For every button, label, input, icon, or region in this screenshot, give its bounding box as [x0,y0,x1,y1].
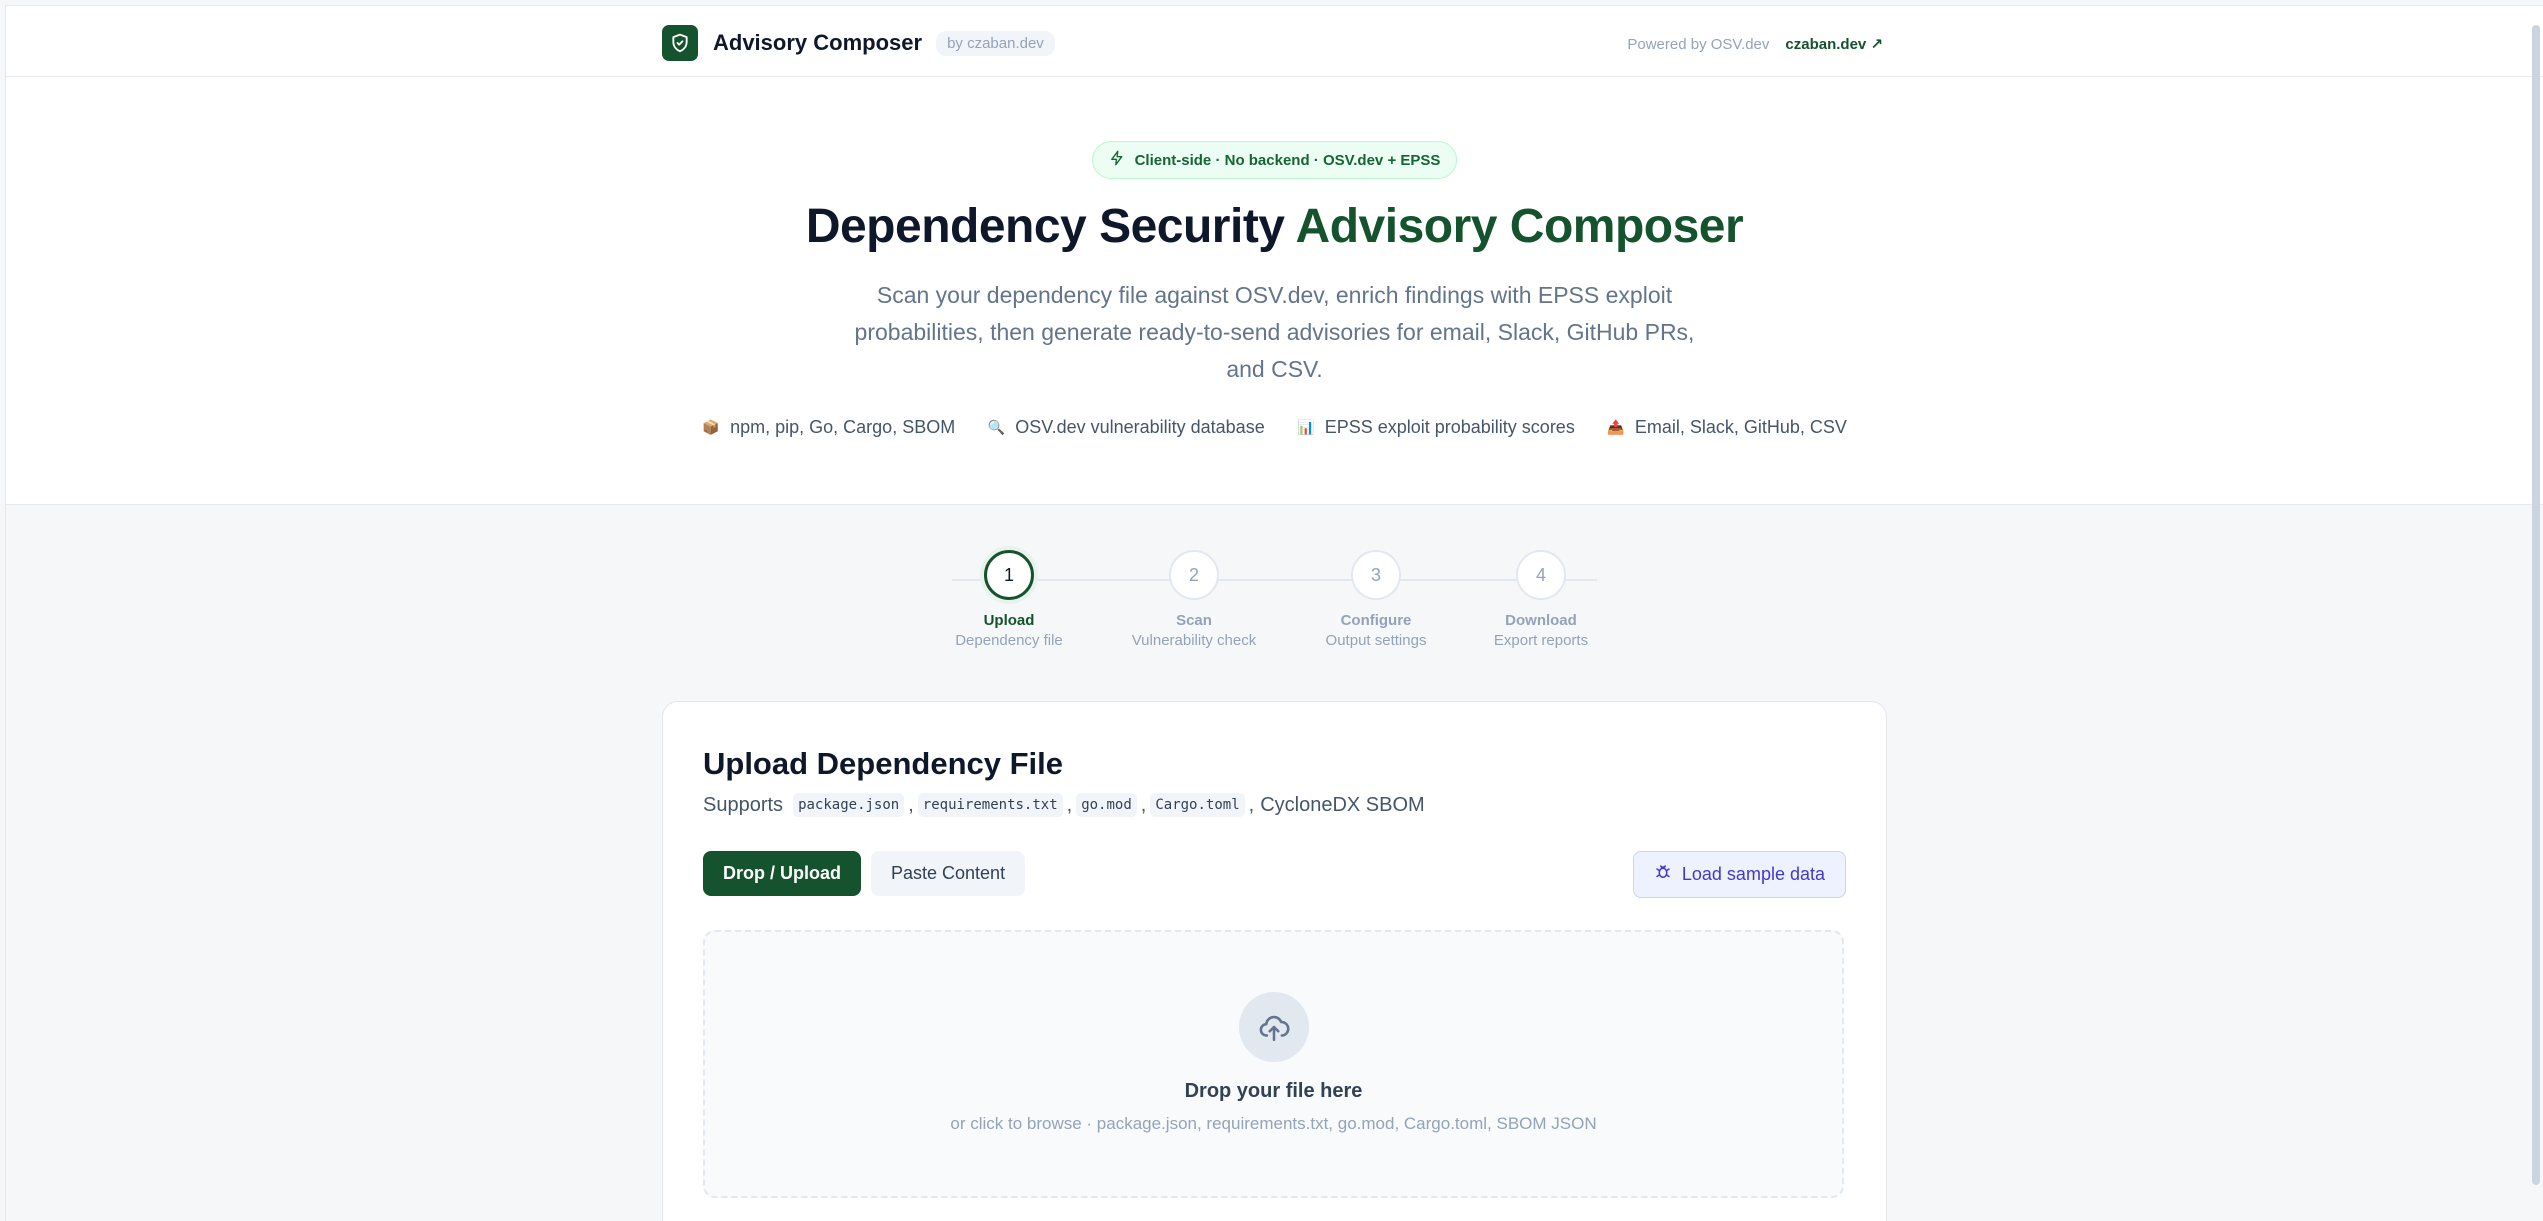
cloud-upload-icon [1238,992,1309,1062]
chart-icon: 📊 [1296,419,1315,435]
lightning-icon [1109,150,1125,170]
outbox-icon: 📤 [1607,419,1625,435]
step-configure[interactable]: 3 Configure Output settings [1286,550,1466,649]
step-scan[interactable]: 2 Scan Vulnerability check [1104,550,1284,649]
dropzone-title: Drop your file here [1184,1080,1363,1102]
step-number: 1 [984,550,1034,600]
supported-formats: Supports package.json, requirements.txt,… [703,793,1425,817]
app-frame: Advisory Composer by czaban.dev Powered … [5,5,2543,1221]
load-sample-button[interactable]: Load sample data [1632,851,1846,898]
site-link[interactable]: czaban.dev ↗ [1785,35,1883,53]
step-download[interactable]: 4 Download Export reports [1451,550,1631,649]
tab-drop-upload[interactable]: Drop / Upload [703,851,861,896]
title-main: Dependency Security [805,200,1296,253]
progress-stepper: 1 Upload Dependency file 2 Scan Vulnerab… [6,550,2543,660]
pill-text: Client-side · No backend · OSV.dev + EPS… [1134,151,1441,169]
step-number: 2 [1169,550,1219,600]
supports-prefix: Supports [703,793,784,816]
upload-card: Upload Dependency File Supports package.… [662,701,1887,1221]
hero-section: Client-side · No backend · OSV.dev + EPS… [6,77,2543,505]
step-number: 3 [1351,550,1401,600]
package-icon: 📦 [702,419,720,435]
page-scrollbar[interactable] [2532,25,2540,1185]
supports-suffix: CycloneDX SBOM [1260,793,1425,816]
format-code: Cargo.toml [1150,793,1245,817]
hero-description: Scan your dependency file against OSV.de… [854,282,1695,382]
step-subtitle: Vulnerability check [1131,632,1257,649]
by-badge: by czaban.dev [936,30,1055,56]
format-code: package.json [793,793,905,817]
format-code: go.mod [1076,793,1137,817]
dropzone-subtitle: or click to browse · package.json, requi… [950,1114,1597,1133]
step-label: Download [1505,612,1577,629]
powered-by-text: Powered by OSV.dev [1627,35,1770,53]
feature-list: 📦 npm, pip, Go, Cargo, SBOM 🔍 OSV.dev vu… [6,417,2543,438]
feature-label: npm, pip, Go, Cargo, SBOM [730,417,956,437]
step-label: Upload [983,612,1035,629]
shield-icon [662,25,698,61]
feature-label: OSV.dev vulnerability database [1015,417,1265,437]
file-dropzone[interactable]: Drop your file here or click to browse ·… [703,930,1844,1198]
feature-label: Email, Slack, GitHub, CSV [1634,417,1847,437]
step-label: Configure [1340,612,1412,629]
magnifier-icon: 🔍 [987,419,1005,435]
step-upload[interactable]: 1 Upload Dependency file [919,550,1099,649]
step-subtitle: Export reports [1493,632,1589,649]
feature-item: 📤 Email, Slack, GitHub, CSV [1607,417,1847,438]
card-title: Upload Dependency File [703,746,1064,781]
feature-item: 🔍 OSV.dev vulnerability database [987,417,1265,438]
step-subtitle: Dependency file [955,632,1063,649]
step-number: 4 [1516,550,1566,600]
step-subtitle: Output settings [1325,632,1427,649]
header-links: Powered by OSV.dev czaban.dev ↗ [1627,35,1883,54]
brand[interactable]: Advisory Composer by czaban.dev [662,25,1055,61]
app-title: Advisory Composer [713,30,923,55]
input-mode-tabs: Drop / Upload Paste Content [703,851,1026,896]
page-title: Dependency Security Advisory Composer [6,199,2543,254]
format-code: requirements.txt [917,793,1063,817]
client-side-pill: Client-side · No backend · OSV.dev + EPS… [1091,141,1458,179]
feature-item: 📊 EPSS exploit probability scores [1297,417,1575,438]
feature-item: 📦 npm, pip, Go, Cargo, SBOM [702,417,955,438]
tab-paste-content[interactable]: Paste Content [871,851,1026,896]
title-accent: Advisory Composer [1295,200,1744,253]
top-bar: Advisory Composer by czaban.dev Powered … [6,5,2543,77]
feature-label: EPSS exploit probability scores [1324,417,1575,437]
load-sample-label: Load sample data [1681,864,1825,884]
bug-icon [1654,863,1672,886]
step-label: Scan [1176,612,1212,629]
